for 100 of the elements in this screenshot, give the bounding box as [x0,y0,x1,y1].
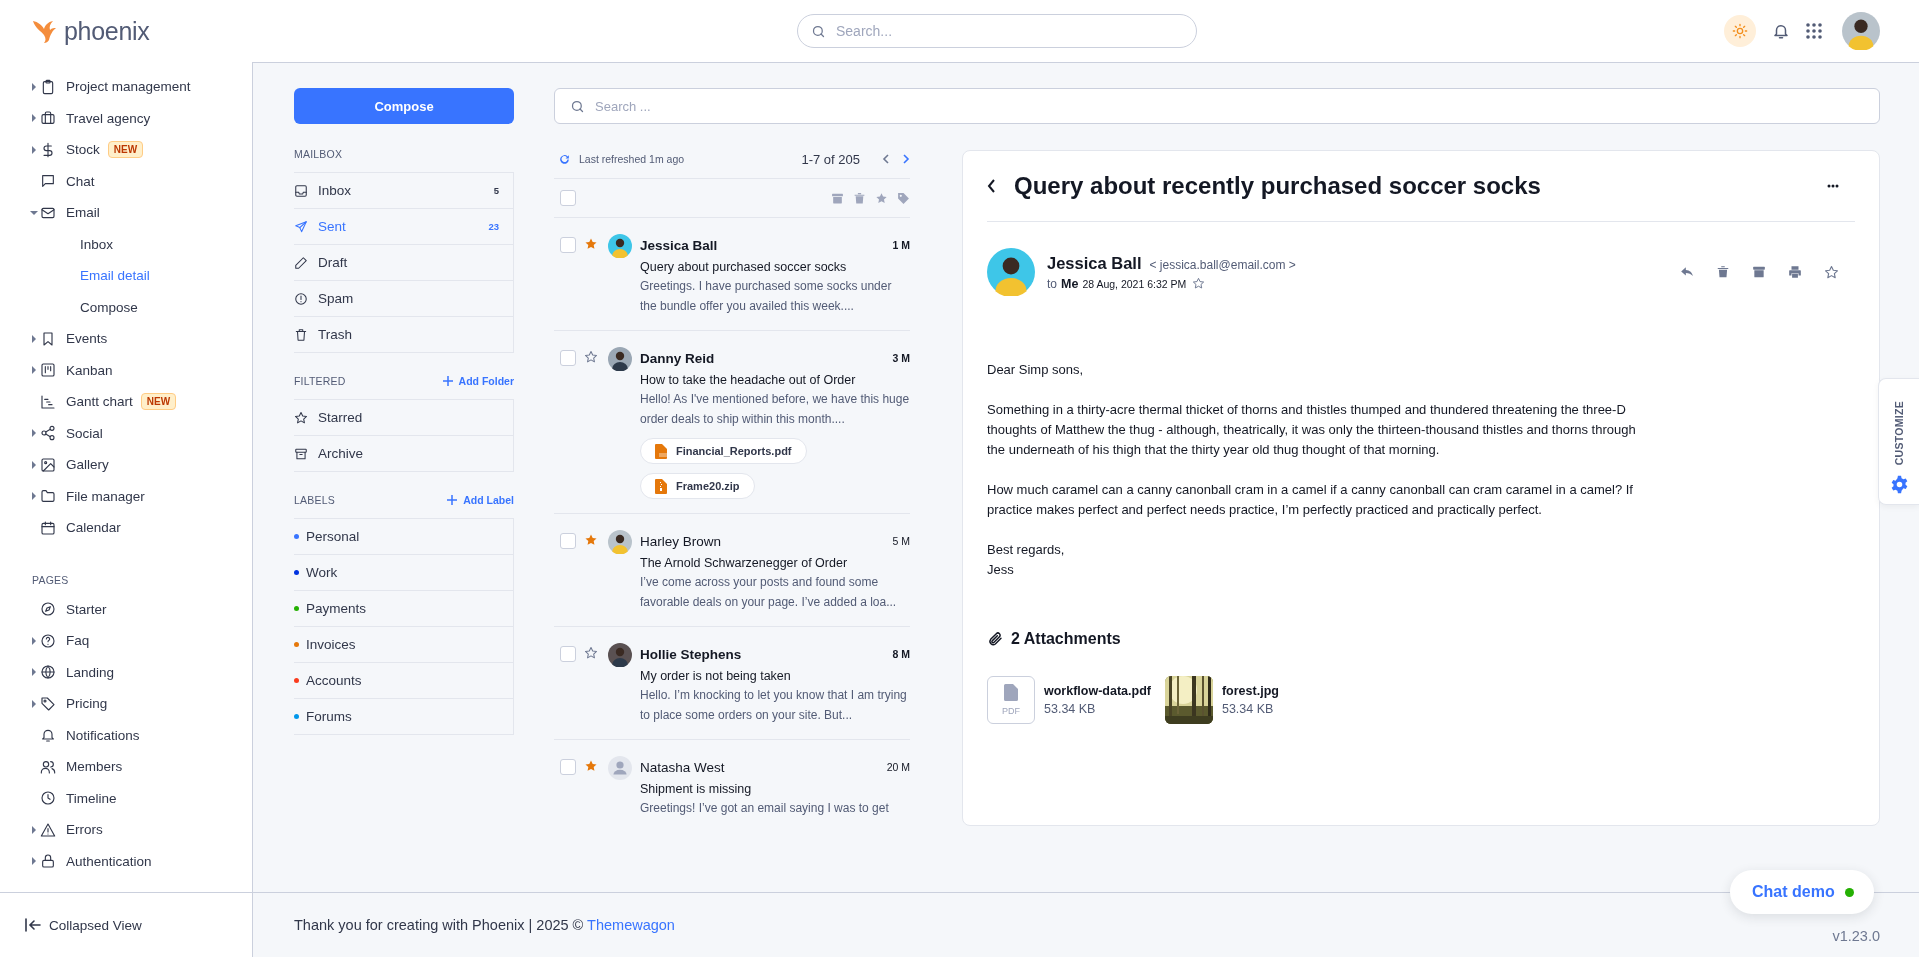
attachment-chip[interactable]: Frame20.zip [640,473,755,499]
label-item[interactable]: Payments [294,591,513,627]
previous-page-button[interactable] [882,154,889,164]
email-subject[interactable]: My order is not being taken [640,669,910,683]
delete-button[interactable] [853,191,866,205]
email-subject[interactable]: Query about purchased soccer socks [640,260,910,274]
nav-item[interactable]: Pricing [0,688,252,720]
nav-item[interactable]: Landing [0,656,252,688]
nav-item[interactable]: Faq [0,625,252,657]
sender-name: Harley Brown [640,533,722,549]
email-paragraph: How much caramel can a canny canonball cram in a camel if a canny canonball can cram caramel in a camel? If practice makes perfect and perfect needs practice, I’m perfectly practiced and practically perfect. [987,481,1634,519]
folder-item[interactable]: Trash [294,317,513,353]
label-item[interactable]: Forums [294,699,513,735]
archive-button[interactable] [831,191,844,205]
file-size: 53.34 KB [1221,702,1275,716]
apps-button[interactable] [1806,23,1822,39]
checkbox[interactable] [560,646,576,662]
label-item[interactable]: Personal [294,519,513,555]
email-preview: Greetings. I have purchased some socks under the bundle offer you availed this week.... [640,278,893,315]
archive-icon [294,446,308,461]
folder-item[interactable]: Sent 23 [294,209,513,245]
nav-item[interactable]: Stock NEW [0,134,252,166]
customize-tab[interactable]: CUSTOMIZE [1878,378,1919,505]
file-name[interactable]: forest.jpg [1221,684,1279,698]
version-label: v1.23.0 [1832,928,1880,944]
nav-subitem[interactable]: Compose [0,291,252,323]
nav-item[interactable]: Email [0,197,252,229]
nav-item[interactable]: Gantt chart NEW [0,386,252,418]
plus-icon [447,495,458,505]
search-field[interactable]: Search ... [554,88,1880,124]
email-preview: I’ve come across your posts and found some favorable deals on your page. I’ve added a loa... [640,574,898,611]
star-outline-icon[interactable] [584,646,598,660]
star-outline-icon[interactable] [584,350,598,364]
search-field[interactable]: Search... [797,14,1197,48]
search-icon [811,24,826,39]
label-item[interactable]: Invoices [294,627,513,663]
nav-item[interactable]: Calendar [0,512,252,544]
compose-button[interactable]: Compose [294,88,514,124]
checkbox[interactable] [560,190,576,206]
nav-item[interactable]: Travel agency [0,102,252,134]
nav-item[interactable]: Members [0,751,252,783]
nav-item[interactable]: Starter [0,593,252,625]
nav-subitem[interactable]: Inbox [0,228,252,260]
star-icon[interactable] [584,759,598,773]
theme-toggle[interactable] [1724,15,1756,47]
nav-item[interactable]: Errors [0,814,252,846]
nav-item[interactable]: Gallery [0,449,252,481]
folder-item[interactable]: Archive [294,436,513,472]
add-link[interactable]: Add Label [447,494,514,506]
folder-item[interactable]: Starred [294,400,513,436]
folder-item[interactable]: Draft [294,245,513,281]
bookmark-icon [40,330,56,347]
pagination-range: 1-7 of 205 [801,151,860,167]
star-button[interactable] [1824,264,1839,280]
warning-icon [40,821,56,838]
checkbox[interactable] [560,533,576,549]
folder-icon [40,488,56,505]
notifications-button[interactable] [1772,22,1790,40]
nav-subitem[interactable]: Email detail [0,260,252,292]
globe-icon [40,664,56,681]
label-button[interactable] [897,191,910,205]
refresh-status: Last refreshed 1m ago [579,153,685,165]
nav-item[interactable]: Events [0,323,252,355]
inbox-icon [294,183,308,198]
next-page-button[interactable] [903,154,910,164]
email-subject[interactable]: Shipment is missing [640,782,910,796]
attachment-chip[interactable]: Financial_Reports.pdf [640,438,807,464]
email-subject[interactable]: How to take the headache out of Order [640,373,910,387]
delete-button[interactable] [1716,264,1730,280]
print-button[interactable] [1788,264,1802,280]
nav-item[interactable]: Project management [0,71,252,103]
label-item[interactable]: Work [294,555,513,591]
file-name[interactable]: workflow-data.pdf [1044,684,1151,698]
recipient-label: to [1047,276,1057,291]
nav-item[interactable]: Social [0,417,252,449]
nav-item[interactable]: File manager [0,480,252,512]
checkbox[interactable] [560,350,576,366]
folder-item[interactable]: Spam [294,281,513,317]
archive-button[interactable] [1752,264,1766,280]
email-subject[interactable]: The Arnold Schwarzenegger of Order [640,556,910,570]
label-item[interactable]: Accounts [294,663,513,699]
star-icon[interactable] [584,237,598,251]
user-menu[interactable] [1842,12,1880,50]
checkbox[interactable] [560,759,576,775]
collapse-button[interactable]: Collapsed View [25,917,142,933]
brand-name: phoenix [64,16,150,46]
star-button[interactable] [875,191,888,205]
chat-demo-button[interactable]: Chat demo [1730,870,1874,914]
back-button[interactable] [987,179,996,193]
nav-item[interactable]: Kanban [0,354,252,386]
nav-item[interactable]: Timeline [0,782,252,814]
nav-item[interactable]: Notifications [0,719,252,751]
star-outline-icon[interactable] [1192,277,1206,290]
checkbox[interactable] [560,237,576,253]
add-link[interactable]: Add Folder [442,375,514,387]
nav-item[interactable]: Chat [0,165,252,197]
folder-item[interactable]: Inbox 5 [294,173,513,209]
nav-item[interactable]: Authentication [0,845,252,877]
star-icon[interactable] [584,533,598,547]
footer-link[interactable]: Themewagon [587,917,675,933]
